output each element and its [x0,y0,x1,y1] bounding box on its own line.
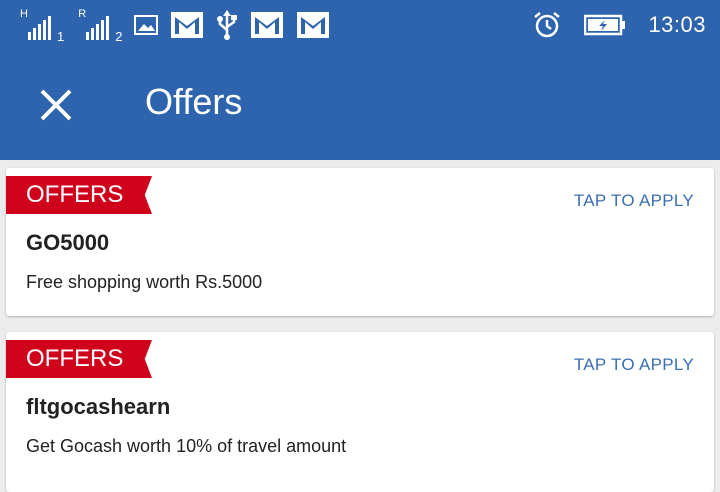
offers-tag: OFFERS [6,340,152,378]
usb-icon [216,10,238,40]
status-bar-right: 13:03 [532,10,706,40]
offer-code: fltgocashearn [26,394,171,419]
alarm-icon [532,10,562,40]
image-icon [134,14,159,36]
offer-code: GO5000 [26,230,110,255]
sim1-signal-icon: H 1 [18,8,64,44]
status-time: 13:03 [648,12,706,37]
gmail-icon [296,11,330,39]
battery-charging-icon [584,14,626,36]
sim1-number: 1 [57,29,65,44]
offer-card[interactable]: OFFERS TAP TO APPLY fltgocashearn Get Go… [6,332,714,492]
sim2-network-type: R [78,8,87,20]
sim2-signal-icon: R 2 [76,8,122,44]
gmail-icon [170,11,204,39]
offers-tag: OFFERS [6,176,152,214]
offer-description: Free shopping worth Rs.5000 [26,272,263,292]
status-bar: H 1 R 2 13:03 [0,0,720,50]
offer-description: Get Gocash worth 10% of travel amount [26,436,347,456]
close-button[interactable] [0,50,112,160]
app-bar: Offers [0,50,720,160]
status-bar-left: H 1 R 2 [18,8,330,44]
tap-to-apply-button[interactable]: TAP TO APPLY [574,191,694,211]
gmail-icon [250,11,284,39]
close-icon [40,89,72,121]
offer-card[interactable]: OFFERS TAP TO APPLY GO5000 Free shopping… [6,168,714,316]
tap-to-apply-button[interactable]: TAP TO APPLY [574,355,694,375]
sim2-number: 2 [115,29,123,44]
sim1-network-type: H [20,8,28,20]
page-title: Offers [145,81,243,122]
